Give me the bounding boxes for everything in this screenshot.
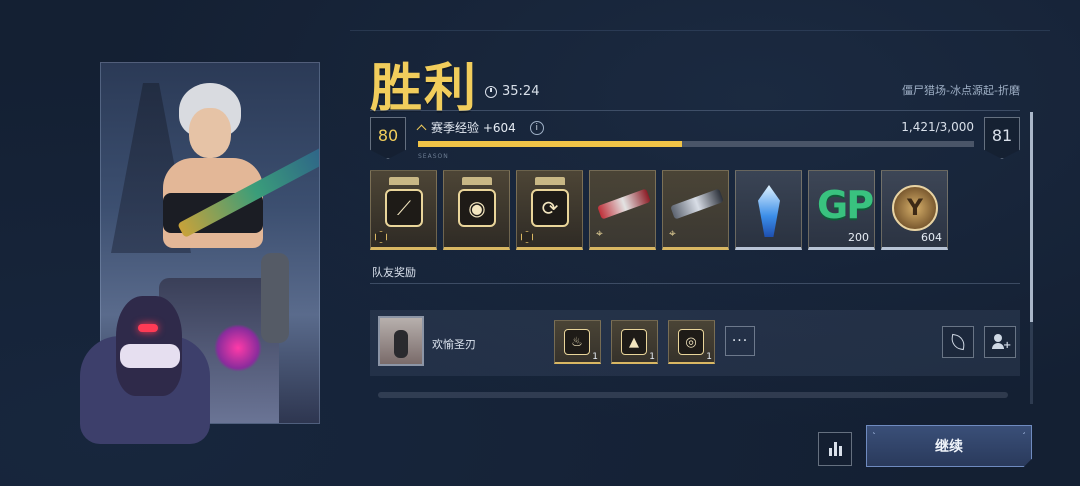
teammate-reward-item[interactable]: ◎ 1 [668,320,715,364]
compass-icon: ⌖ [669,226,676,240]
leaf-icon [949,333,967,351]
info-icon[interactable]: i [529,120,544,135]
teammate-reward-item[interactable]: ▲ 1 [611,320,658,364]
reward-count: 1 [649,352,655,362]
reward-item[interactable]: Y 604 [881,170,948,250]
reward-count: 1 [592,352,598,362]
reward-count: 1 [706,352,712,362]
decor-text: ⌟ [1022,429,1025,435]
game-mode-label: 僵尸猎场-冰点源起-折磨 [902,84,1020,97]
red-rifle-icon [597,188,651,220]
rank-hex-icon [375,231,387,243]
decor-text: ⌞ [873,429,876,435]
add-friend-button[interactable]: + [984,326,1016,358]
reward-count: 604 [921,231,942,244]
reward-tab [535,177,565,185]
reward-item[interactable]: ⟳ [516,170,583,250]
teammate-row: 欢愉圣刃 ♨ 1 ▲ 1 ◎ 1 ··· + [370,310,1020,376]
reward-item[interactable]: ◉ [443,170,510,250]
section-divider [370,283,1020,284]
teammate-name: 欢愉圣刃 [432,338,476,351]
magic-sparkle [214,324,262,372]
teammate-reward-list: ♨ 1 ▲ 1 ◎ 1 ··· [554,320,755,364]
clock-icon [485,85,497,98]
xp-subtext: SEASON [418,153,449,160]
chevron-up-icon [416,124,427,135]
mascot-scarf [120,344,180,368]
header-divider [370,110,1020,111]
character-glove [261,253,289,343]
bar-chart-icon [833,442,837,456]
xp-progress-bar [418,141,974,147]
mascot-bird [80,296,220,446]
flame-icon: ♨ [564,329,590,355]
continue-button[interactable]: ⌞ 继续 ⌟ [866,425,1032,467]
warning-triangle-icon: ▲ [621,329,647,355]
vortex-icon: ◉ [458,189,496,227]
emblem-coin-icon: Y [892,185,938,231]
add-person-icon: + [992,334,1011,351]
xp-total: 1,421/3,000 [901,120,974,134]
match-time-text: 35:24 [502,84,540,99]
next-level-badge: 81 [984,117,1020,159]
continue-label: 继续 [935,439,963,455]
more-rewards-button[interactable]: ··· [725,326,755,356]
reward-tab [462,177,492,185]
reward-item[interactable] [735,170,802,250]
mascot-eye [138,324,158,332]
ice-crystal-icon [758,185,780,237]
current-level-badge: 80 [370,117,406,159]
triple-claw-icon: ⟋ [385,189,423,227]
reward-list: ⟋ ◉ ⟳ ⌖ ⌖ GP 200 Y 604 [370,170,948,250]
reward-item[interactable]: ⌖ [662,170,729,250]
statistics-button[interactable] [818,432,852,466]
like-button[interactable] [942,326,974,358]
rank-hex-icon [521,231,533,243]
avatar[interactable] [378,316,424,366]
reward-item[interactable]: GP 200 [808,170,875,250]
teammate-rewards-heading: 队友奖励 [372,266,416,279]
character-face [189,108,231,158]
dark-rifle-icon [670,188,724,220]
scrollbar-thumb[interactable] [1030,112,1033,322]
bar-chart-icon [838,446,842,456]
season-xp-text: 赛季经验 +604 [431,121,516,135]
reward-item[interactable]: ⌖ [589,170,656,250]
gp-currency-icon: GP [817,183,874,227]
reward-tab [389,177,419,185]
xp-progress-fill [418,141,682,147]
reward-count: 200 [848,231,869,244]
bar-chart-icon [828,448,832,456]
target-ring-icon: ◎ [678,329,704,355]
frame-top-line [350,30,1050,31]
reward-item[interactable]: ⟋ [370,170,437,250]
swap-cycle-icon: ⟳ [531,189,569,227]
season-xp-label: 赛季经验 +604 i [416,119,544,136]
compass-icon: ⌖ [596,226,603,240]
teammate-reward-item[interactable]: ♨ 1 [554,320,601,364]
next-row-hint [378,392,1008,398]
scrollbar[interactable] [1030,112,1033,404]
match-timer: 35:24 [485,84,539,99]
